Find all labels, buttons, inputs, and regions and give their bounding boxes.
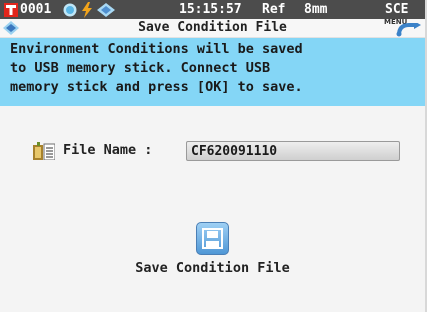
specular-mode: SCE — [385, 2, 409, 17]
clock-time: 15:15:57 — [179, 2, 242, 17]
channel-number: 0001 — [20, 2, 52, 17]
aperture-size: 8mm — [304, 2, 328, 17]
menu-back-button[interactable]: MENU — [384, 18, 424, 37]
save-condition-file-button[interactable] — [196, 222, 229, 255]
measurement-diamond-icon — [97, 3, 115, 17]
return-arrow-icon — [396, 23, 421, 37]
screen-title: Save Condition File — [138, 20, 287, 35]
instruction-message: Environment Conditions will be saved to … — [0, 38, 425, 106]
message-line-2: to USB memory stick. Connect USB — [10, 60, 271, 76]
instrument-screen: 0001 15:15:57 Ref 8mm SCE Save Condition… — [0, 0, 427, 312]
content-area — [0, 106, 425, 312]
file-document-icon — [33, 142, 55, 160]
power-lightning-icon — [82, 2, 92, 18]
ref-label: Ref — [262, 2, 286, 17]
file-name-field[interactable]: CF620091110 — [186, 141, 400, 161]
message-line-1: Environment Conditions will be saved — [10, 41, 303, 57]
target-channel-icon — [4, 3, 18, 17]
status-bar: 0001 15:15:57 Ref 8mm SCE — [0, 0, 425, 19]
save-action-label: Save Condition File — [135, 260, 290, 276]
file-name-value: CF620091110 — [191, 144, 278, 159]
battery-icon — [63, 3, 77, 17]
save-disk-icon — [202, 228, 223, 249]
screen-title-bar: Save Condition File MENU — [0, 18, 425, 38]
file-name-label: File Name : — [63, 142, 153, 158]
message-line-3: memory stick and press [OK] to save. — [10, 79, 303, 95]
